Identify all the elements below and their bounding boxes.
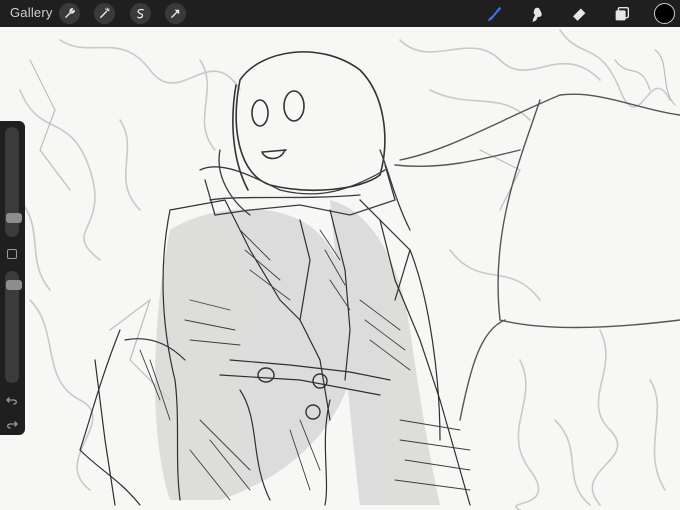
smudge-icon[interactable] xyxy=(526,3,548,25)
undo-icon[interactable] xyxy=(5,393,19,407)
magic-wand-icon[interactable] xyxy=(94,3,115,24)
layers-icon[interactable] xyxy=(611,3,633,25)
brush-size-thumb[interactable] xyxy=(6,213,22,223)
opacity-thumb[interactable] xyxy=(6,280,22,290)
procreate-app: Gallery xyxy=(0,0,680,510)
color-picker-swatch[interactable] xyxy=(654,3,675,24)
modify-square-icon[interactable] xyxy=(7,249,17,259)
transform-arrow-icon[interactable] xyxy=(165,3,186,24)
eraser-icon[interactable] xyxy=(568,3,590,25)
redo-icon[interactable] xyxy=(5,417,19,431)
left-sidebar xyxy=(0,121,25,435)
brush-size-slider[interactable] xyxy=(5,127,22,237)
sketch-artwork xyxy=(19,29,680,510)
brush-icon[interactable] xyxy=(483,3,505,25)
top-toolbar: Gallery xyxy=(0,0,680,27)
wrench-icon[interactable] xyxy=(59,3,80,24)
gallery-button[interactable]: Gallery xyxy=(10,5,53,20)
selection-icon[interactable] xyxy=(130,3,151,24)
opacity-slider[interactable] xyxy=(5,271,22,383)
drawing-canvas[interactable] xyxy=(0,27,680,510)
